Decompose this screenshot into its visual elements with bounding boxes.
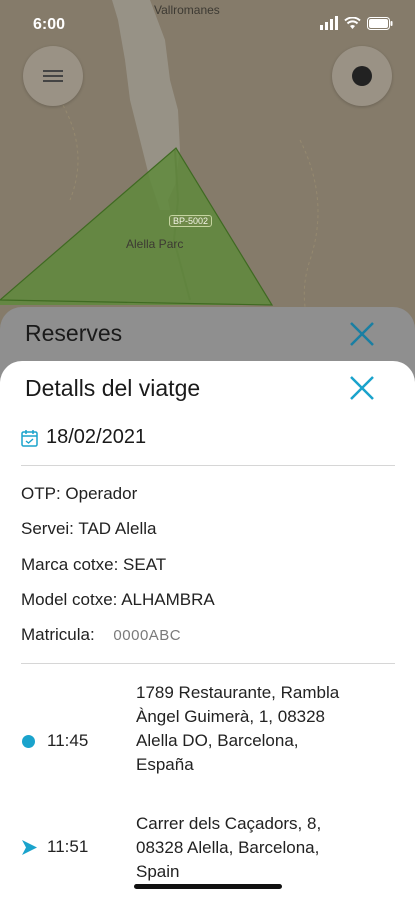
record-dot-icon bbox=[352, 66, 372, 86]
menu-icon bbox=[43, 70, 63, 82]
detail-otp: OTP: Operador bbox=[21, 484, 137, 504]
origin-dot-icon bbox=[22, 735, 35, 748]
detail-value: ALHAMBRA bbox=[121, 590, 215, 609]
detail-value: Operador bbox=[65, 484, 138, 503]
close-reserves-icon[interactable] bbox=[346, 318, 378, 350]
menu-button[interactable] bbox=[23, 46, 83, 106]
navigation-arrow-icon bbox=[22, 840, 37, 855]
detail-service: Servei: TAD Alella bbox=[21, 519, 156, 539]
divider bbox=[21, 465, 395, 466]
record-button[interactable] bbox=[332, 46, 392, 106]
battery-icon bbox=[367, 16, 393, 30]
map-label-park: Alella Parc bbox=[126, 237, 184, 251]
trip-date: 18/02/2021 bbox=[46, 426, 147, 448]
reserves-title: Reserves bbox=[25, 320, 123, 346]
wifi-icon bbox=[344, 16, 361, 29]
map-road-badge: BP-5002 bbox=[169, 215, 213, 227]
detail-key: Matricula: bbox=[21, 625, 95, 644]
status-time: 6:00 bbox=[33, 16, 66, 33]
stop-time: 11:51 bbox=[47, 837, 89, 856]
detail-key: Marca cotxe: bbox=[21, 555, 119, 574]
sheet-title: Detalls del viatge bbox=[25, 375, 201, 401]
detail-value: SEAT bbox=[123, 555, 167, 574]
stop-time: 11:45 bbox=[47, 731, 89, 750]
status-bar: 6:00 bbox=[0, 0, 415, 44]
stop-address: Carrer dels Caçadors, 8, 08328 Alella, B… bbox=[136, 814, 322, 881]
stop-address: 1789 Restaurante, Rambla Àngel Guimerà, … bbox=[136, 683, 340, 774]
trip-date-row: 18/02/2021 bbox=[21, 426, 146, 449]
detail-key: OTP: bbox=[21, 484, 61, 503]
detail-key: Servei: bbox=[21, 519, 74, 538]
detail-car-brand: Marca cotxe: SEAT bbox=[21, 555, 166, 575]
divider bbox=[21, 663, 395, 664]
status-icons bbox=[320, 16, 393, 30]
plate-value: 0000ABC bbox=[113, 627, 182, 644]
close-icon[interactable] bbox=[346, 372, 378, 404]
detail-value: TAD Alella bbox=[78, 519, 157, 538]
detail-key: Model cotxe: bbox=[21, 590, 118, 609]
detail-car-model: Model cotxe: ALHAMBRA bbox=[21, 590, 215, 610]
home-indicator[interactable] bbox=[134, 884, 282, 889]
signal-icon bbox=[320, 16, 338, 30]
detail-plate: Matricula: 0000ABC bbox=[21, 625, 181, 645]
calendar-icon bbox=[21, 429, 38, 447]
